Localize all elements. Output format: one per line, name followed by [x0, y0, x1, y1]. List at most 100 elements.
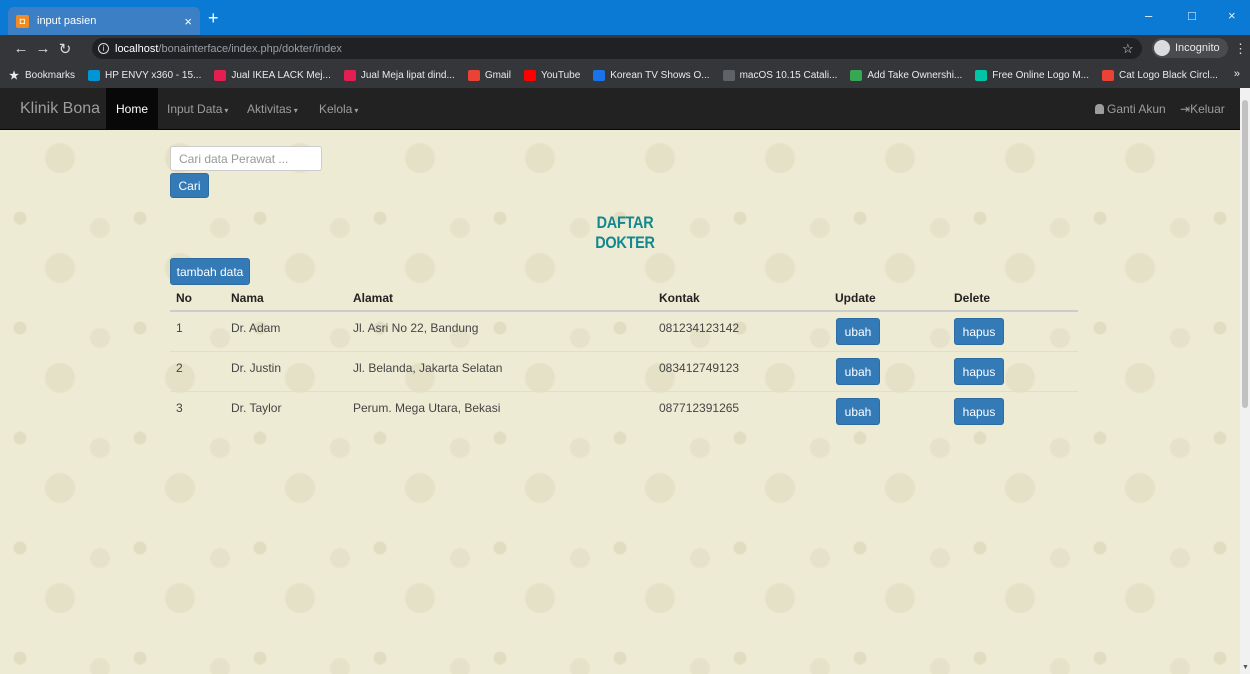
cell-no: 3	[176, 401, 183, 415]
bookmark-item[interactable]: Jual IKEA LACK Mej...	[214, 69, 331, 81]
browser-toolbar: ← → ↻ i localhost/bonainterface/index.ph…	[0, 35, 1250, 62]
bukalapak-icon	[214, 69, 227, 81]
nav-input-data[interactable]: Input Data ▾	[157, 88, 238, 130]
col-header-update: Update	[835, 291, 876, 305]
minimize-button[interactable]: –	[1145, 8, 1152, 23]
cat-icon	[1101, 69, 1114, 81]
bookmark-item[interactable]: Free Online Logo M...	[975, 69, 1089, 81]
nav-kelola-label: Kelola	[319, 102, 353, 116]
edit-button[interactable]: ubah	[836, 398, 880, 425]
bookmarks-overflow-icon[interactable]: »	[1234, 68, 1240, 80]
address-bar[interactable]: i localhost/bonainterface/index.php/dokt…	[92, 38, 1142, 59]
cell-no: 1	[176, 321, 183, 335]
close-window-button[interactable]: ×	[1228, 8, 1236, 23]
caret-down-icon: ▾	[293, 106, 298, 115]
bookmark-item[interactable]: Korean TV Shows O...	[593, 69, 710, 81]
restore-button[interactable]: □	[1188, 8, 1196, 23]
hp-icon	[88, 69, 101, 81]
add-data-button[interactable]: tambah data	[170, 258, 250, 285]
bookmark-item[interactable]: Add Take Ownershi...	[850, 69, 963, 81]
col-header-delete: Delete	[954, 291, 991, 305]
bookmark-label: Cat Logo Black Circl...	[1118, 69, 1218, 81]
delete-button[interactable]: hapus	[954, 358, 1004, 385]
col-header-alamat: Alamat	[353, 291, 394, 305]
cell-alamat: Perum. Mega Utara, Bekasi	[353, 401, 501, 415]
reload-icon[interactable]: ↻	[54, 40, 76, 58]
scroll-down-arrow-icon[interactable]: ▼	[1242, 664, 1249, 671]
bookmark-label: Jual IKEA LACK Mej...	[231, 69, 331, 81]
bookmark-item[interactable]: Jual Meja lipat dind...	[343, 69, 455, 81]
bookmark-item[interactable]: Gmail	[467, 69, 511, 81]
info-icon[interactable]: i	[98, 43, 109, 54]
bookmark-item[interactable]: Cat Logo Black Circl...	[1101, 69, 1218, 81]
row-divider	[170, 391, 1078, 392]
bookmark-item[interactable]: macOS 10.15 Catali...	[722, 69, 838, 81]
page-title: DAFTAR DOKTER	[595, 213, 655, 252]
cell-kontak: 081234123142	[659, 321, 740, 335]
col-header-kontak: Kontak	[659, 291, 700, 305]
bookmark-label: Free Online Logo M...	[992, 69, 1089, 81]
bookmarks-bar: ★ Bookmarks HP ENVY x360 - 15... Jual IKEA …	[0, 62, 1250, 88]
search-button[interactable]: Cari	[170, 173, 209, 198]
globe-icon	[722, 69, 735, 81]
caret-down-icon: ▾	[354, 106, 359, 115]
bukalapak-icon	[343, 69, 356, 81]
forward-arrow-icon[interactable]: →	[32, 40, 54, 57]
table-header-divider	[170, 310, 1078, 312]
ganti-akun-label: Ganti Akun	[1107, 102, 1166, 116]
favicon-icon: ◘	[16, 14, 29, 28]
col-header-nama: Nama	[231, 291, 264, 305]
tab-close-icon[interactable]: ×	[184, 14, 192, 29]
nav-aktivitas-label: Aktivitas	[247, 102, 292, 116]
bookmark-label: Bookmarks	[25, 69, 76, 81]
bookmark-label: YouTube	[540, 69, 581, 81]
bookmark-label: Jual Meja lipat dind...	[360, 69, 455, 81]
puzzle-icon	[850, 69, 863, 81]
gmail-icon	[467, 69, 480, 81]
logout-icon: ⇥	[1180, 102, 1191, 116]
search-input[interactable]	[170, 146, 322, 171]
youtube-icon	[523, 69, 536, 81]
caret-down-icon: ▾	[224, 106, 229, 115]
cell-kontak: 087712391265	[659, 401, 740, 415]
nav-home[interactable]: Home	[106, 88, 159, 130]
url-path: /bonainterface/index.php/dokter/index	[158, 42, 342, 55]
back-arrow-icon[interactable]: ←	[10, 40, 32, 57]
row-divider	[170, 351, 1078, 352]
logo-icon	[975, 69, 988, 81]
delete-button[interactable]: hapus	[954, 318, 1004, 345]
nav-input-data-label: Input Data	[167, 102, 223, 116]
browser-tab-strip: ◘ input pasien × + – □ ×	[0, 0, 1250, 35]
bookmark-label: Gmail	[484, 69, 511, 81]
new-tab-button[interactable]: +	[208, 9, 219, 27]
bookmark-star-icon[interactable]: ☆	[1122, 41, 1134, 57]
incognito-badge[interactable]: Incognito	[1152, 38, 1228, 58]
nav-kelola[interactable]: Kelola ▾	[309, 88, 368, 130]
bookmark-label: Add Take Ownershi...	[867, 69, 963, 81]
scrollbar-thumb[interactable]	[1242, 100, 1248, 408]
incognito-label: Incognito	[1175, 42, 1220, 54]
incognito-icon	[1154, 40, 1170, 56]
menu-kebab-icon[interactable]: ⋮	[1234, 41, 1247, 57]
url-host: localhost	[115, 42, 159, 55]
ganti-akun-link[interactable]: Ganti Akun	[1095, 88, 1166, 130]
star-icon: ★	[9, 69, 19, 82]
navbar-brand[interactable]: Klinik Bona	[20, 100, 100, 118]
page-scrollbar[interactable]	[1240, 88, 1250, 674]
cell-alamat: Jl. Belanda, Jakarta Selatan	[353, 361, 503, 375]
col-header-no: No	[176, 291, 192, 305]
keluar-link[interactable]: ⇥Keluar	[1180, 88, 1225, 130]
bookmark-item[interactable]: HP ENVY x360 - 15...	[88, 69, 202, 81]
edit-button[interactable]: ubah	[836, 318, 880, 345]
browser-tab[interactable]: ◘ input pasien ×	[8, 7, 200, 35]
bookmark-label: macOS 10.15 Catali...	[739, 69, 838, 81]
delete-button[interactable]: hapus	[954, 398, 1004, 425]
nav-aktivitas[interactable]: Aktivitas ▾	[237, 88, 308, 130]
bookmark-item[interactable]: YouTube	[523, 69, 581, 81]
bookmark-label: HP ENVY x360 - 15...	[105, 69, 202, 81]
bookmark-label: Korean TV Shows O...	[610, 69, 710, 81]
edit-button[interactable]: ubah	[836, 358, 880, 385]
cell-no: 2	[176, 361, 183, 375]
bookmark-item[interactable]: ★ Bookmarks	[8, 69, 76, 82]
cell-nama: Dr. Adam	[231, 321, 281, 335]
